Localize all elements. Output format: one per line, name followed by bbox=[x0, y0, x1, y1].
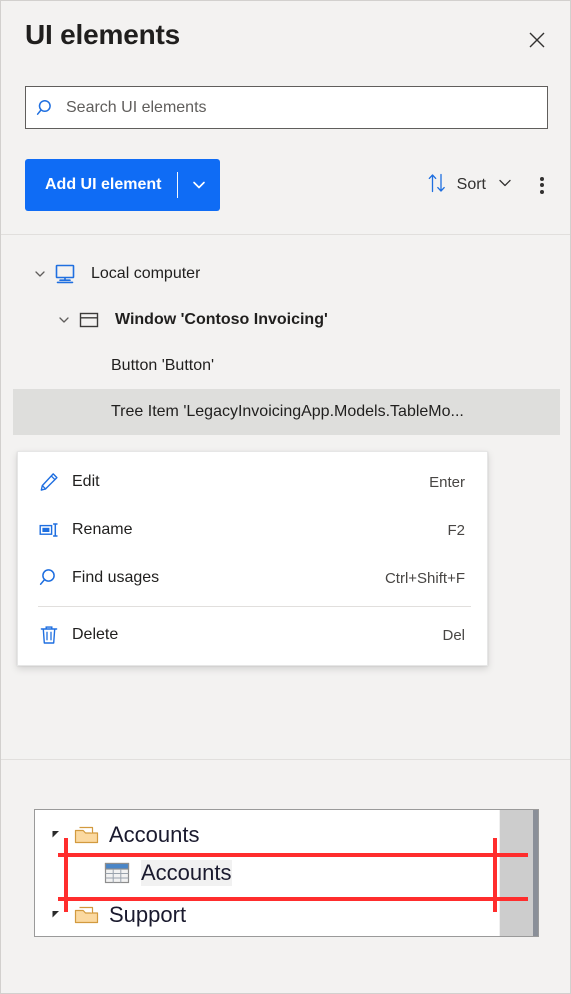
tree-row[interactable]: Button 'Button' bbox=[1, 343, 570, 389]
tree-item-label: Window 'Contoso Invoicing' bbox=[115, 311, 328, 328]
tree-item-label: Local computer bbox=[91, 265, 201, 282]
tree-row[interactable]: Window 'Contoso Invoicing' bbox=[1, 297, 570, 343]
preview-row-label: Accounts bbox=[141, 860, 232, 886]
highlight-line-right bbox=[493, 838, 497, 912]
search-box[interactable] bbox=[25, 86, 548, 129]
context-menu-item-find-usages[interactable]: Find usages Ctrl+Shift+F bbox=[18, 554, 487, 602]
tree-row[interactable]: Local computer bbox=[1, 251, 570, 297]
chevron-down-icon[interactable] bbox=[53, 309, 75, 331]
search-input[interactable] bbox=[66, 98, 537, 117]
preview-scrollbar-edge bbox=[533, 810, 538, 936]
sort-label: Sort bbox=[456, 176, 486, 193]
ui-elements-tree: Local computer Window 'Contoso Invoicing… bbox=[1, 251, 570, 435]
context-menu-item-rename[interactable]: Rename F2 bbox=[18, 506, 487, 554]
more-dot bbox=[540, 176, 544, 181]
context-menu-shortcut: Del bbox=[442, 626, 465, 644]
add-ui-element-label: Add UI element bbox=[45, 176, 162, 193]
context-menu-shortcut: Ctrl+Shift+F bbox=[384, 569, 465, 587]
sort-arrows-icon bbox=[427, 172, 447, 199]
context-menu-shortcut: F2 bbox=[447, 521, 465, 539]
sort-button[interactable]: Sort bbox=[427, 159, 514, 211]
search-icon bbox=[26, 98, 66, 118]
table-icon bbox=[99, 861, 135, 885]
panel-header: UI elements bbox=[1, 1, 570, 73]
highlight-line-bottom bbox=[58, 897, 528, 901]
chevron-down-icon[interactable] bbox=[496, 174, 514, 197]
ui-elements-panel: UI elements Add UI element bbox=[0, 0, 571, 994]
chevron-down-icon[interactable] bbox=[178, 159, 220, 211]
context-menu-label: Find usages bbox=[72, 569, 160, 586]
context-menu-label: Edit bbox=[72, 473, 100, 490]
context-menu-shortcut: Enter bbox=[429, 473, 465, 491]
command-bar: Add UI element Sort bbox=[1, 159, 570, 213]
split-button-divider bbox=[177, 172, 179, 198]
folder-icon bbox=[69, 904, 105, 926]
trash-icon bbox=[38, 624, 72, 646]
more-dot bbox=[540, 189, 544, 194]
chevron-down-icon[interactable] bbox=[29, 263, 51, 285]
pencil-icon bbox=[38, 471, 72, 493]
element-preview-panel: Accounts Accounts Support bbox=[1, 760, 570, 993]
rename-icon bbox=[38, 520, 72, 540]
context-menu-item-delete[interactable]: Delete Del bbox=[18, 611, 487, 659]
highlight-line-left bbox=[64, 838, 68, 912]
header-divider bbox=[1, 234, 570, 235]
tree-item-label: Tree Item 'LegacyInvoicingApp.Models.Tab… bbox=[111, 403, 464, 420]
search-icon bbox=[38, 567, 72, 589]
more-vertical-icon[interactable] bbox=[522, 159, 562, 211]
preview-row: Accounts bbox=[43, 852, 232, 894]
preview-scrollbar bbox=[499, 810, 538, 936]
folder-icon bbox=[69, 824, 105, 846]
page-title: UI elements bbox=[25, 19, 180, 50]
tree-item-label: Button 'Button' bbox=[111, 357, 215, 374]
more-dot bbox=[540, 183, 544, 187]
preview-row-label: Support bbox=[109, 902, 187, 927]
context-menu-label: Delete bbox=[72, 626, 119, 643]
captured-element-screenshot: Accounts Accounts Support bbox=[34, 809, 539, 937]
tree-row-selected[interactable]: Tree Item 'LegacyInvoicingApp.Models.Tab… bbox=[13, 389, 560, 435]
add-ui-element-button[interactable]: Add UI element bbox=[25, 159, 221, 211]
monitor-icon bbox=[51, 262, 79, 286]
context-menu: Edit Enter Rename F2 Find usages Ctrl+Sh… bbox=[17, 451, 488, 666]
context-menu-label: Rename bbox=[72, 521, 133, 538]
context-menu-item-edit[interactable]: Edit Enter bbox=[18, 458, 487, 506]
highlight-line-top bbox=[58, 853, 528, 857]
context-menu-separator bbox=[38, 606, 471, 607]
window-icon bbox=[75, 308, 103, 332]
close-icon[interactable] bbox=[520, 23, 554, 57]
preview-row-label: Accounts bbox=[109, 822, 200, 847]
